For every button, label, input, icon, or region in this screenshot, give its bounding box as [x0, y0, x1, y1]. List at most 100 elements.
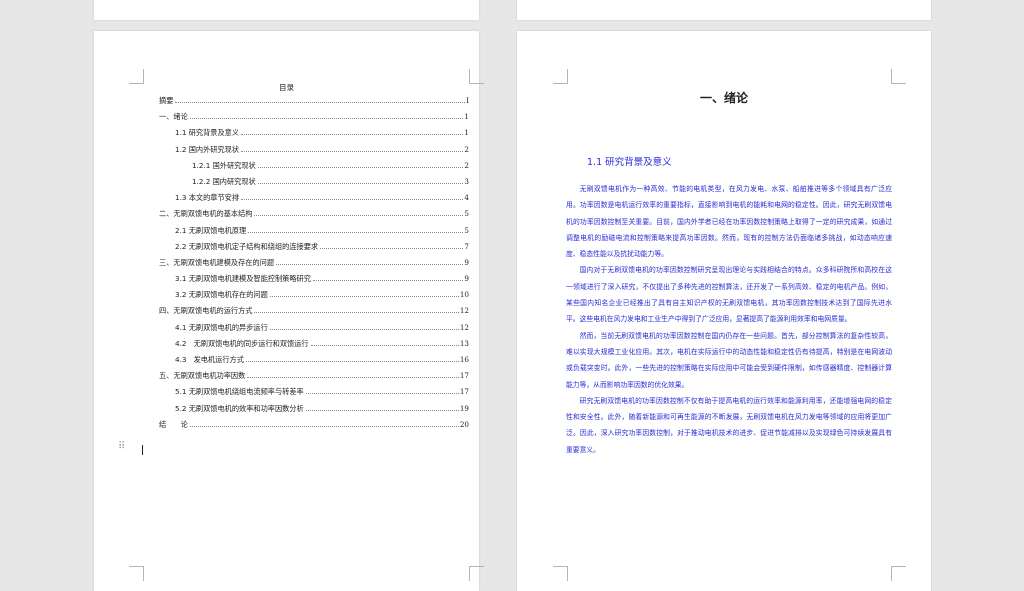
toc-leader-dots [241, 150, 464, 152]
margin-corner-top-left [553, 69, 568, 84]
toc-entry-page: 4 [464, 193, 469, 203]
toc-entry[interactable]: 2.1 无刷双馈电机原理 5 [159, 226, 469, 242]
toc-entry-page: 5 [464, 225, 469, 235]
toc-entry[interactable]: 5.2 无刷双馈电机的效率和功率因数分析 19 [159, 404, 469, 420]
toc-leader-dots [175, 101, 466, 103]
toc-entry-label: 1.3 本文的章节安排 [175, 193, 240, 203]
toc-entry-label: 3.1 无刷双馈电机建模及智能控制策略研究 [175, 274, 311, 284]
toc-entry-page: 13 [459, 338, 469, 348]
toc-entry-page: 9 [464, 257, 469, 267]
toc-entry-page: 5 [464, 209, 469, 219]
toc-entry-label: 4.1 无刷双馈电机的异步运行 [175, 322, 268, 332]
paragraph[interactable]: 无刷双馈电机作为一种高效、节能的电机类型，在风力发电、水泵、船舶推进等多个领域具… [566, 181, 892, 262]
toc-entry[interactable]: 1.2.1 国外研究现状 2 [159, 161, 469, 177]
toc-entry-label: 三、无刷双馈电机建模及存在的问题 [159, 257, 275, 267]
toc-entry-page: 19 [459, 403, 469, 413]
chapter-heading: 一、绪论 [699, 91, 748, 105]
margin-corner-bottom-right [891, 566, 906, 581]
toc-entry[interactable]: 结 论 20 [159, 420, 469, 436]
toc-entry[interactable]: 4.3 发电机运行方式 16 [159, 355, 469, 371]
toc-entry[interactable]: 2.2 无刷双馈电机定子结构和绕组的连接要求 7 [159, 242, 469, 258]
toc-entry[interactable]: 摘要 I [159, 96, 469, 112]
toc-entry-label: 二、无刷双馈电机的基本结构 [159, 209, 253, 219]
toc-leader-dots [189, 425, 459, 427]
toc-entry[interactable]: 三、无刷双馈电机建模及存在的问题 9 [159, 258, 469, 274]
toc-entry[interactable]: 3.2 无刷双馈电机存在的问题 10 [159, 290, 469, 306]
toc-entry-page: 10 [459, 290, 469, 300]
toc-entry[interactable]: 1.3 本文的章节安排 4 [159, 193, 469, 209]
toc-leader-dots [189, 117, 464, 120]
toc-entry-label: 一、绪论 [159, 112, 188, 122]
toc-leader-dots [257, 182, 464, 184]
margin-corner-top-right [891, 69, 906, 84]
toc-entry-page: 17 [459, 371, 469, 381]
toc-entry-label: 1.1 研究背景及意义 [175, 128, 240, 138]
paragraph[interactable]: 研究无刷双馈电机的功率因数控制不仅有助于提高电机的运行效率和能源利用率，还能增强… [566, 393, 892, 458]
toc-leader-dots [241, 133, 464, 136]
toc-leader-dots [245, 360, 459, 362]
paragraph[interactable]: 国内对于无刷双馈电机的功率因数控制研究呈现出理论与实践相结合的特点。众多科研院所… [566, 262, 892, 327]
toc-entry-page: 9 [464, 274, 469, 284]
toc-entry[interactable]: 3.1 无刷双馈电机建模及智能控制策略研究 9 [159, 274, 469, 290]
toc-entry-page: 2 [464, 160, 469, 170]
toc-entry[interactable]: 4.2 无刷双馈电机的同步运行和双馈运行 13 [159, 339, 469, 355]
toc-entry[interactable]: 四、无刷双馈电机的运行方式 12 [159, 306, 469, 322]
section-heading: 1.1 研究背景及意义 [587, 157, 672, 168]
drag-handle-icon[interactable]: ⠿ [118, 442, 126, 452]
toc-entry-label: 1.2 国内外研究现状 [175, 144, 240, 154]
toc-leader-dots [320, 247, 464, 249]
toc-entry[interactable]: 1.1 研究背景及意义 1 [159, 128, 469, 144]
toc-entry-page: 7 [464, 241, 469, 251]
toc-entry-page: 3 [464, 176, 469, 186]
toc-entry-page: 12 [459, 322, 469, 332]
toc-leader-dots [247, 376, 459, 379]
toc-entry-page: 2 [464, 144, 469, 154]
previous-page-left [94, 0, 479, 20]
toc-leader-dots [305, 392, 459, 395]
toc-leader-dots [248, 231, 464, 233]
text-cursor [142, 445, 143, 455]
table-of-contents: 摘要 I 一、绪论 1 1.1 研究背景及意义 1 1.2 国内外研究现状 2 1.2.1 国外… [159, 96, 469, 436]
toc-leader-dots [254, 311, 459, 314]
toc-title: 目录 [279, 83, 294, 92]
toc-entry-page: 16 [459, 355, 469, 364]
toc-entry[interactable]: 5.1 无刷双馈电机绕组电流频率与转差率 17 [159, 387, 469, 403]
toc-leader-dots [241, 198, 464, 201]
toc-entry-label: 4.2 无刷双馈电机的同步运行和双馈运行 [175, 338, 309, 348]
toc-entry[interactable]: 一、绪论 1 [159, 112, 469, 128]
toc-entry-label: 1.2.1 国外研究现状 [192, 160, 256, 170]
toc-entry-label: 摘要 [159, 96, 174, 105]
toc-leader-dots [310, 344, 459, 346]
chapter-page: 一、绪论 1.1 研究背景及意义 无刷双馈电机作为一种高效、节能的电机类型，在风… [517, 31, 931, 591]
toc-entry-page: 17 [459, 387, 469, 397]
previous-page-right [517, 0, 931, 20]
toc-entry[interactable]: 二、无刷双馈电机的基本结构 5 [159, 209, 469, 225]
margin-corner-bottom-left [553, 566, 568, 581]
toc-entry-label: 四、无刷双馈电机的运行方式 [159, 306, 253, 316]
toc-entry-label: 五、无刷双馈电机功率因数 [159, 371, 246, 381]
toc-entry[interactable]: 1.2.2 国内研究现状 3 [159, 177, 469, 193]
margin-corner-bottom-left [129, 566, 144, 581]
toc-leader-dots [269, 328, 459, 330]
toc-entry-label: 1.2.2 国内研究现状 [192, 176, 256, 186]
toc-leader-dots [305, 409, 459, 411]
toc-leader-dots [257, 166, 464, 168]
margin-corner-bottom-right [469, 566, 484, 581]
toc-entry-label: 4.3 发电机运行方式 [175, 355, 244, 364]
toc-leader-dots [269, 295, 459, 298]
body-text[interactable]: 无刷双馈电机作为一种高效、节能的电机类型，在风力发电、水泵、船舶推进等多个领域具… [566, 181, 892, 458]
toc-page: 目录 摘要 I 一、绪论 1 1.1 研究背景及意义 1 1.2 国内外研究现状 2 1.2.1… [94, 31, 484, 591]
toc-entry-label: 5.1 无刷双馈电机绕组电流频率与转差率 [175, 387, 304, 397]
toc-leader-dots [312, 279, 464, 282]
toc-leader-dots [276, 263, 464, 265]
toc-entry-label: 5.2 无刷双馈电机的效率和功率因数分析 [175, 403, 304, 413]
toc-entry-label: 3.2 无刷双馈电机存在的问题 [175, 290, 268, 300]
toc-entry-page: 20 [459, 419, 469, 429]
toc-entry-page: 12 [459, 306, 469, 316]
toc-entry[interactable]: 五、无刷双馈电机功率因数 17 [159, 371, 469, 387]
paragraph[interactable]: 然而，当前无刷双馈电机的功率因数控制在国内仍存在一些问题。首先，部分控制算法的复… [566, 328, 892, 393]
toc-entry-page: 1 [464, 128, 469, 138]
toc-entry-label: 2.1 无刷双馈电机原理 [175, 225, 247, 235]
toc-entry[interactable]: 1.2 国内外研究现状 2 [159, 145, 469, 161]
toc-entry[interactable]: 4.1 无刷双馈电机的异步运行 12 [159, 323, 469, 339]
